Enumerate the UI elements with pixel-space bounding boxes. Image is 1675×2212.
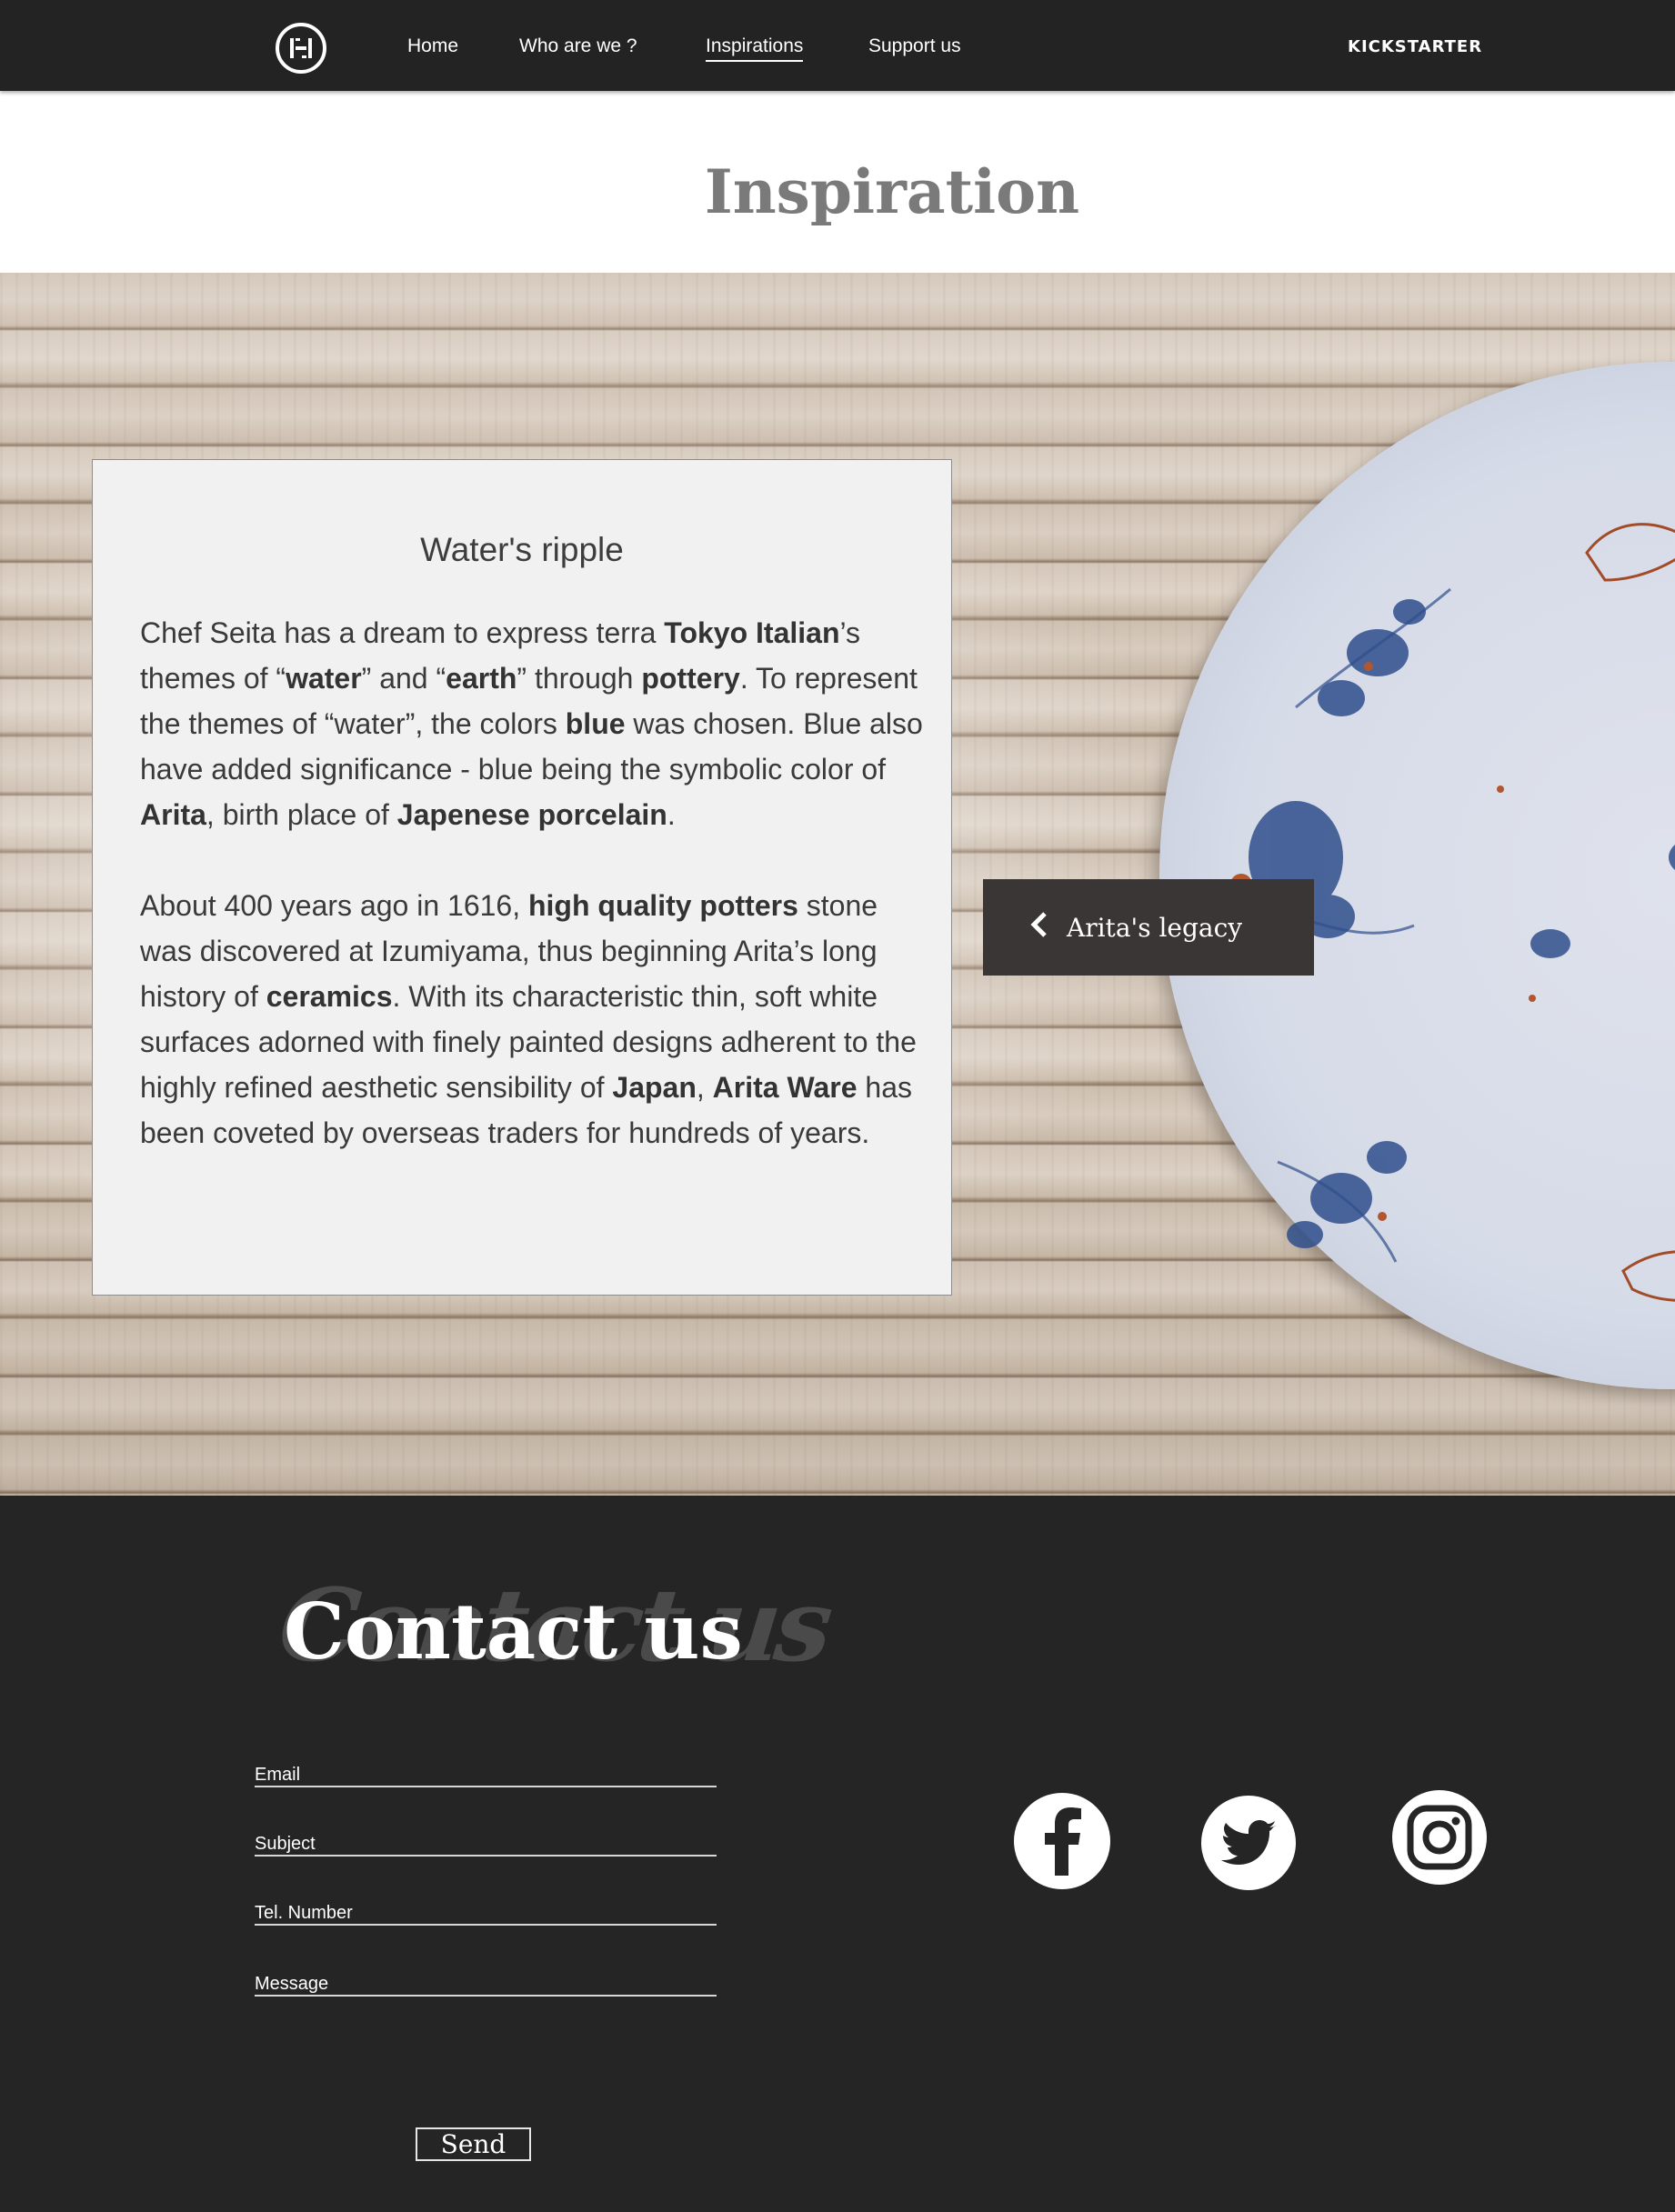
- message-field[interactable]: Message: [255, 1966, 717, 1997]
- emphasis-text: Arita Ware: [712, 1071, 858, 1104]
- body-text: ” and “: [361, 662, 446, 695]
- top-navigation: Home Who are we ? Inspirations Support u…: [0, 0, 1675, 91]
- site-logo[interactable]: [276, 23, 326, 74]
- email-label: Email: [255, 1765, 301, 1785]
- tel-number-field[interactable]: Tel. Number: [255, 1895, 717, 1926]
- message-label: Message: [255, 1974, 329, 1994]
- aritas-legacy-button[interactable]: Arita's legacy: [983, 879, 1314, 976]
- twitter-icon: [1221, 1820, 1276, 1865]
- facebook-icon: [1045, 1807, 1081, 1876]
- nav-home[interactable]: Home: [407, 35, 458, 57]
- twitter-link[interactable]: [1201, 1796, 1296, 1890]
- body-text: Chef Seita has a dream to express terra: [140, 616, 665, 649]
- hero-wood-background: Water's ripple Chef Seita has a dream to…: [0, 273, 1675, 1496]
- subject-field[interactable]: Subject: [255, 1826, 717, 1857]
- card-paragraph-2: About 400 years ago in 1616, high qualit…: [140, 883, 931, 1156]
- aritas-legacy-label: Arita's legacy: [1067, 912, 1243, 943]
- arita-plate-image: [1159, 362, 1675, 1389]
- tel-number-label: Tel. Number: [255, 1903, 353, 1923]
- instagram-link[interactable]: [1392, 1790, 1487, 1885]
- chevron-left-icon: [1030, 911, 1048, 945]
- kickstarter-logo[interactable]: KICKSTARTER: [1348, 37, 1482, 56]
- body-text: About 400 years ago in 1616,: [140, 889, 528, 922]
- emphasis-text: blue: [565, 707, 626, 740]
- nav-who-are-we[interactable]: Who are we ?: [519, 35, 637, 57]
- instagram-icon: [1407, 1805, 1472, 1870]
- subject-label: Subject: [255, 1834, 316, 1854]
- inspiration-card: Water's ripple Chef Seita has a dream to…: [92, 459, 952, 1296]
- emphasis-text: Arita: [140, 798, 206, 831]
- logo-mark-icon: [290, 38, 312, 58]
- contact-title: Contact us: [284, 1586, 743, 1677]
- nav-support-us[interactable]: Support us: [868, 35, 961, 57]
- body-text: , birth place of: [206, 798, 397, 831]
- emphasis-text: ceramics: [266, 980, 393, 1013]
- body-text: .: [667, 798, 676, 831]
- card-paragraph-1: Chef Seita has a dream to express terra …: [140, 610, 931, 837]
- body-text: ,: [696, 1071, 713, 1104]
- body-text: ” through: [517, 662, 642, 695]
- emphasis-text: pottery: [641, 662, 740, 695]
- email-field[interactable]: Email: [255, 1757, 717, 1787]
- send-button[interactable]: Send: [416, 2127, 531, 2161]
- emphasis-text: Tokyo Italian: [664, 616, 840, 649]
- emphasis-text: water: [286, 662, 362, 695]
- emphasis-text: high quality potters: [527, 889, 798, 922]
- nav-inspirations[interactable]: Inspirations: [706, 35, 804, 62]
- emphasis-text: earth: [446, 662, 517, 695]
- emphasis-text: Japenese porcelain: [396, 798, 667, 831]
- card-heading: Water's ripple: [420, 531, 624, 568]
- page-title: Inspiration: [704, 156, 1080, 227]
- emphasis-text: Japan: [612, 1071, 697, 1104]
- facebook-link[interactable]: [1014, 1793, 1110, 1889]
